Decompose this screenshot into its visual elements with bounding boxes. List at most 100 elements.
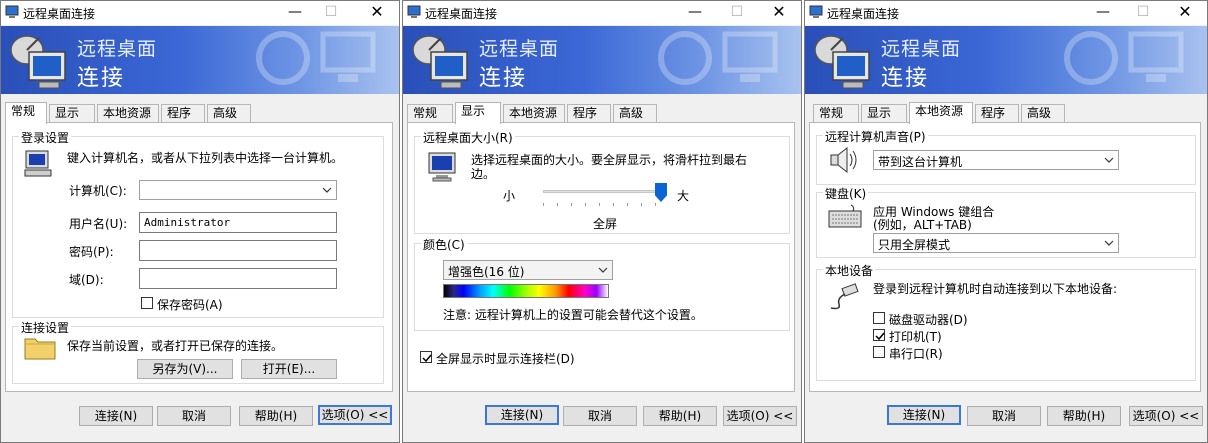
password-label: 密码(P):	[69, 245, 114, 259]
cancel-button[interactable]: 取消	[563, 406, 637, 426]
tab-local-resources[interactable]: 本地资源	[503, 104, 565, 123]
disk-drives-label: 磁盘驱动器(D)	[889, 313, 968, 327]
tab-general[interactable]: 常规	[5, 102, 47, 124]
close-button[interactable]: ✕	[365, 3, 389, 23]
title-bar[interactable]: 远程桌面连接 — ☐ ✕	[403, 1, 801, 25]
domain-input[interactable]	[139, 268, 337, 289]
minimize-button[interactable]: —	[683, 3, 707, 23]
color-spectrum-bar	[443, 284, 609, 298]
banner-line1: 远程桌面	[881, 38, 962, 60]
checkmark-icon	[422, 354, 432, 363]
color-note: 注意: 远程计算机上的设置可能会替代这个设置。	[443, 308, 703, 322]
serial-ports-checkbox[interactable]	[873, 346, 885, 358]
domain-label: 域(D):	[69, 273, 104, 287]
cancel-button[interactable]: 取消	[967, 406, 1041, 426]
save-password-checkbox[interactable]	[141, 297, 153, 309]
open-button[interactable]: 打开(E)...	[241, 359, 337, 379]
chevron-down-icon	[1104, 157, 1114, 163]
connection-settings-group: 连接设置 保存当前设置，或者打开已保存的连接。 另存为(V)... 打开(E).…	[12, 319, 384, 384]
tab-advanced[interactable]: 高级	[207, 104, 251, 123]
connect-button[interactable]: 连接(N)	[887, 405, 961, 425]
serial-ports-label: 串行口(R)	[889, 347, 943, 361]
username-label: 用户名(U):	[69, 217, 128, 231]
color-depth-select[interactable]: 增强色(16 位)	[443, 260, 613, 280]
minimize-button[interactable]: —	[1091, 3, 1115, 23]
rdc-logo-icon	[10, 35, 66, 89]
computer-combobox[interactable]	[139, 180, 337, 200]
tab-local-resources[interactable]: 本地资源	[909, 102, 973, 124]
banner-line2: 连接	[881, 66, 930, 91]
connect-button[interactable]: 连接(N)	[79, 406, 153, 426]
keyboard-group: 键盘(K) 应用 Windows 键组合 (例如，ALT+TAB) 只用全屏模式	[816, 185, 1196, 258]
printers-label: 打印机(T)	[889, 330, 942, 344]
printers-checkbox[interactable]	[873, 329, 885, 341]
tab-local-resources[interactable]: 本地资源	[97, 104, 159, 123]
tab-display[interactable]: 显示	[861, 104, 907, 123]
local-devices-group: 本地设备 登录到远程计算机时自动连接到以下本地设备: 磁盘驱动器(D) 打印机(…	[816, 262, 1196, 381]
keyboard-combo-select[interactable]: 只用全屏模式	[873, 233, 1119, 253]
password-input[interactable]	[139, 240, 337, 261]
save-password-label: 保存密码(A)	[157, 298, 223, 312]
tab-general[interactable]: 常规	[813, 104, 859, 123]
tab-advanced[interactable]: 高级	[613, 104, 657, 123]
close-button[interactable]: ✕	[1173, 3, 1197, 23]
help-button[interactable]: 帮助(H)	[1047, 406, 1121, 426]
chevron-down-icon	[598, 267, 608, 273]
banner-decoration	[1064, 31, 1184, 85]
maximize-button: ☐	[1136, 4, 1150, 20]
options-button[interactable]: 选项(O) <<	[318, 405, 392, 425]
rdc-app-icon	[809, 5, 823, 18]
help-button[interactable]: 帮助(H)	[643, 406, 717, 426]
title-bar[interactable]: 远程桌面连接 — ☐ ✕	[1, 1, 399, 25]
slider-small-label: 小	[503, 189, 516, 203]
slider-ticks	[543, 203, 667, 206]
fullscreen-label: 全屏	[593, 217, 618, 231]
username-input[interactable]: Administrator	[139, 212, 337, 233]
size-slider[interactable]	[543, 181, 667, 211]
save-as-button[interactable]: 另存为(V)...	[137, 359, 233, 379]
login-settings-group: 登录设置 键入计算机名，或者从下拉列表中选择一台计算机。 计算机(C): 用户名…	[12, 129, 384, 318]
cancel-button[interactable]: 取消	[157, 406, 231, 426]
remote-sound-legend: 远程计算机声音(P)	[823, 128, 928, 145]
close-button[interactable]: ✕	[767, 3, 791, 23]
slider-track	[543, 190, 667, 193]
monitor-icon	[428, 152, 456, 182]
keyboard-description-line2: (例如，ALT+TAB)	[873, 218, 972, 232]
tab-display[interactable]: 显示	[455, 102, 501, 124]
banner-line1: 远程桌面	[479, 38, 560, 60]
tab-programs[interactable]: 程序	[161, 104, 205, 123]
keyboard-legend: 键盘(K)	[823, 185, 869, 202]
maximize-button: ☐	[324, 4, 338, 20]
color-depth-value: 增强色(16 位)	[448, 265, 525, 279]
options-button[interactable]: 选项(O) <<	[723, 406, 797, 426]
rdc-window-local-resources: 远程桌面连接 — ☐ ✕ 远程桌面 连接 常规 显示 本地资源 程序 高级 远程…	[804, 0, 1208, 443]
folder-icon	[24, 338, 56, 360]
window-title: 远程桌面连接	[23, 7, 96, 21]
size-description-line2: 边。	[471, 167, 496, 181]
tab-programs[interactable]: 程序	[567, 104, 611, 123]
banner-line1: 远程桌面	[77, 38, 158, 60]
tab-display[interactable]: 显示	[49, 104, 95, 123]
tab-advanced[interactable]: 高级	[1021, 104, 1065, 123]
login-settings-legend: 登录设置	[19, 129, 72, 146]
local-devices-legend: 本地设备	[823, 262, 876, 279]
show-connection-bar-checkbox[interactable]	[420, 351, 432, 363]
title-bar[interactable]: 远程桌面连接 — ☐ ✕	[805, 1, 1207, 25]
minimize-button[interactable]: —	[283, 3, 307, 23]
connect-button[interactable]: 连接(N)	[485, 405, 559, 425]
computer-icon	[24, 150, 52, 177]
slider-thumb[interactable]	[655, 183, 667, 202]
tab-programs[interactable]: 程序	[975, 104, 1019, 123]
show-connection-bar-label: 全屏显示时显示连接栏(D)	[436, 352, 575, 366]
banner: 远程桌面 连接	[805, 26, 1207, 94]
keyboard-icon	[828, 204, 862, 228]
disk-drives-checkbox[interactable]	[873, 312, 885, 324]
banner-decoration	[256, 31, 376, 85]
remote-sound-select[interactable]: 带到这台计算机	[873, 150, 1119, 170]
help-button[interactable]: 帮助(H)	[239, 406, 313, 426]
chevron-down-icon	[322, 187, 332, 193]
devices-description: 登录到远程计算机时自动连接到以下本地设备:	[873, 282, 1118, 296]
tab-general[interactable]: 常规	[407, 104, 453, 123]
color-group: 颜色(C) 增强色(16 位) 注意: 远程计算机上的设置可能会替代这个设置。	[414, 236, 790, 331]
options-button[interactable]: 选项(O) <<	[1129, 406, 1203, 426]
